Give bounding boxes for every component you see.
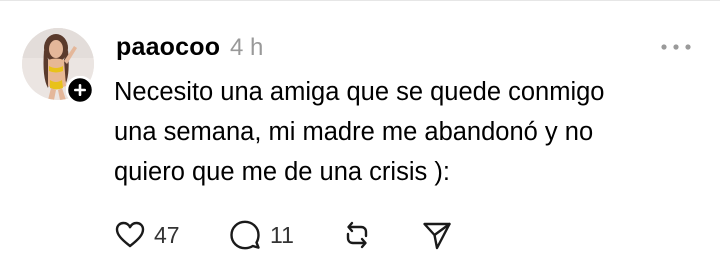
like-button[interactable]: 47 (114, 216, 194, 256)
avatar-container[interactable] (22, 28, 98, 104)
repost-button[interactable] (340, 216, 374, 256)
reply-count: 11 (270, 222, 294, 248)
reply-button[interactable]: 11 (228, 216, 318, 256)
post-time: 4 h (230, 34, 264, 61)
post-text: Necesito una amiga que se quede conmigo … (114, 78, 605, 186)
like-count: 47 (154, 222, 180, 248)
top-divider (0, 0, 720, 1)
username[interactable]: paaocoo (116, 33, 220, 62)
speech-bubble-icon (230, 220, 260, 250)
more-dots-icon[interactable] (659, 36, 693, 58)
repost-arrows-icon (346, 221, 368, 249)
send-paper-plane-icon (423, 222, 451, 250)
follow-plus-icon[interactable] (66, 76, 94, 104)
heart-icon (115, 221, 145, 248)
share-button[interactable] (420, 216, 454, 256)
